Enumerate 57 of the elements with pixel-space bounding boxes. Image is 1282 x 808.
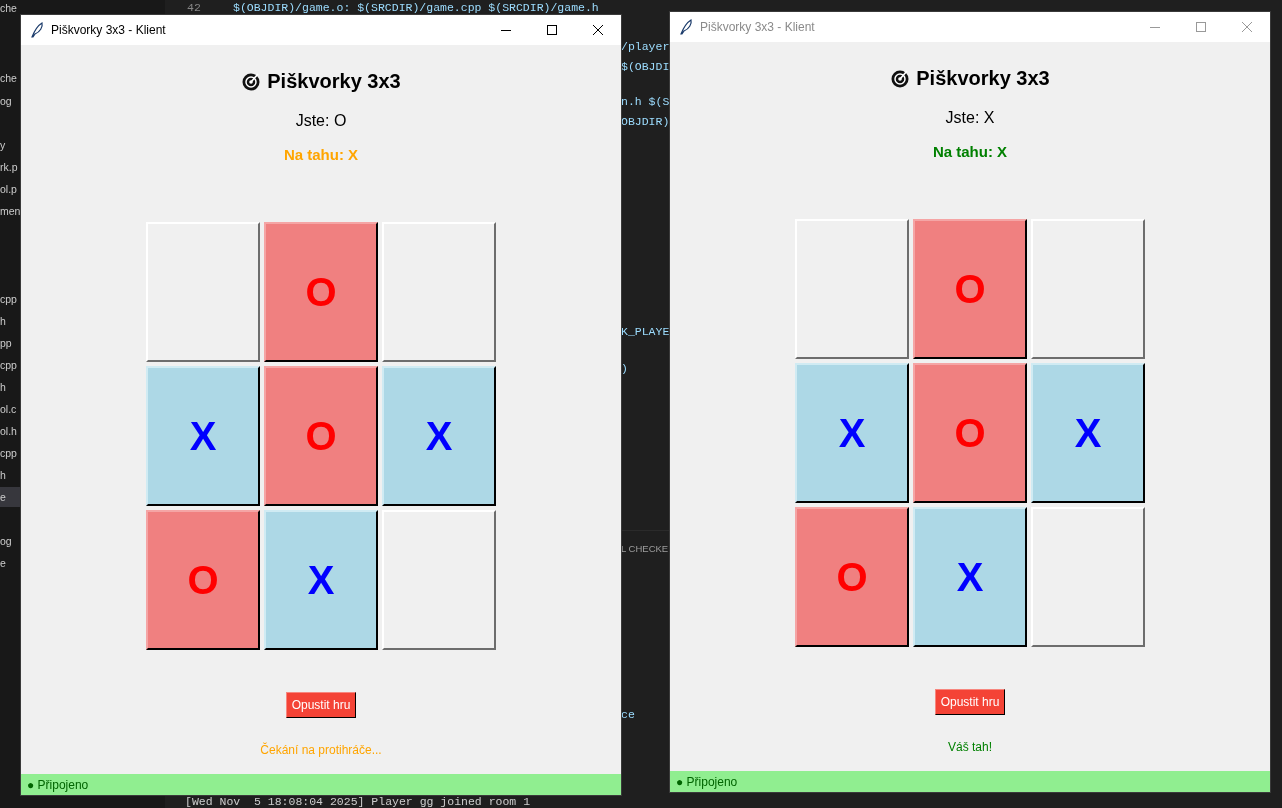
file-tree-item[interactable]: e — [0, 555, 6, 571]
target-icon — [241, 71, 262, 91]
terminal-log: [Wed Nov 5 18:08:04 2025] Player gg joined room 1 — [185, 795, 531, 808]
file-tree-item[interactable]: y — [0, 137, 6, 153]
close-icon — [592, 24, 604, 36]
maximize-icon — [1195, 21, 1207, 33]
code-text: ) — [621, 362, 628, 375]
code-text: $(OBJDI — [621, 60, 670, 73]
window-title: Piškvorky 3x3 - Klient — [700, 20, 816, 34]
window-title: Piškvorky 3x3 - Klient — [51, 23, 167, 37]
feather-icon — [679, 19, 693, 35]
file-tree-item[interactable]: che — [0, 70, 17, 86]
code-text: L CHECKE — [621, 542, 669, 555]
connection-status: ● Připojeno — [27, 777, 89, 792]
file-tree-item[interactable]: ol.c — [0, 401, 17, 417]
file-tree-item[interactable]: og — [0, 93, 12, 109]
leave-game-button[interactable]: Opustit hru — [285, 692, 357, 718]
line-number: 42 — [187, 1, 201, 14]
code-text: ce — [621, 708, 635, 721]
file-tree-item[interactable]: e — [0, 489, 6, 505]
file-tree-item[interactable]: cpp — [0, 445, 17, 461]
file-tree-item[interactable]: men — [0, 203, 21, 219]
file-tree-item[interactable]: cpp — [0, 291, 17, 307]
turn-label: Na tahu: X — [932, 142, 1008, 162]
code-text: n.h $(S — [621, 95, 670, 108]
status-message: Váš tah! — [948, 739, 992, 755]
code-text: K_PLAYE — [621, 325, 670, 338]
target-icon — [890, 68, 911, 88]
file-tree-item[interactable]: ol.h — [0, 423, 17, 439]
board-cell[interactable]: X — [146, 366, 260, 506]
board-cell[interactable]: X — [264, 510, 378, 650]
file-tree-item[interactable]: che — [0, 0, 17, 16]
file-tree-item[interactable]: h — [0, 379, 6, 395]
close-icon — [1241, 21, 1253, 33]
maximize-icon — [546, 24, 558, 36]
board-cell[interactable] — [382, 222, 496, 362]
file-tree-item[interactable]: rk.p — [0, 159, 18, 175]
feather-icon — [30, 22, 44, 38]
connection-status: ● Připojeno — [676, 774, 738, 789]
board-cell[interactable] — [146, 222, 260, 362]
code-text: OBJDIR) — [621, 115, 670, 128]
game-title: Piškvorky 3x3 — [267, 69, 401, 93]
status-message: Čekání na protihráče... — [260, 742, 382, 758]
file-tree-item[interactable]: cpp — [0, 357, 17, 373]
file-tree-item[interactable]: pp — [0, 335, 12, 351]
player-label: Jste: X — [945, 108, 995, 128]
board-cell[interactable]: X — [382, 366, 496, 506]
turn-label: Na tahu: X — [283, 145, 359, 165]
file-tree-item[interactable]: og — [0, 533, 12, 549]
board-cell[interactable] — [382, 510, 496, 650]
file-tree-item[interactable]: h — [0, 467, 6, 483]
code-text: /player — [621, 40, 670, 53]
file-tree-item[interactable]: h — [0, 313, 6, 329]
file-tree-item[interactable]: ol.p — [0, 181, 17, 197]
player-label: Jste: O — [295, 111, 347, 131]
code-text: $(OBJDIR)/game.o: $(SRCDIR)/game.cpp $(SRCDIR)/game.h — [233, 1, 599, 14]
game-title: Piškvorky 3x3 — [916, 66, 1050, 90]
